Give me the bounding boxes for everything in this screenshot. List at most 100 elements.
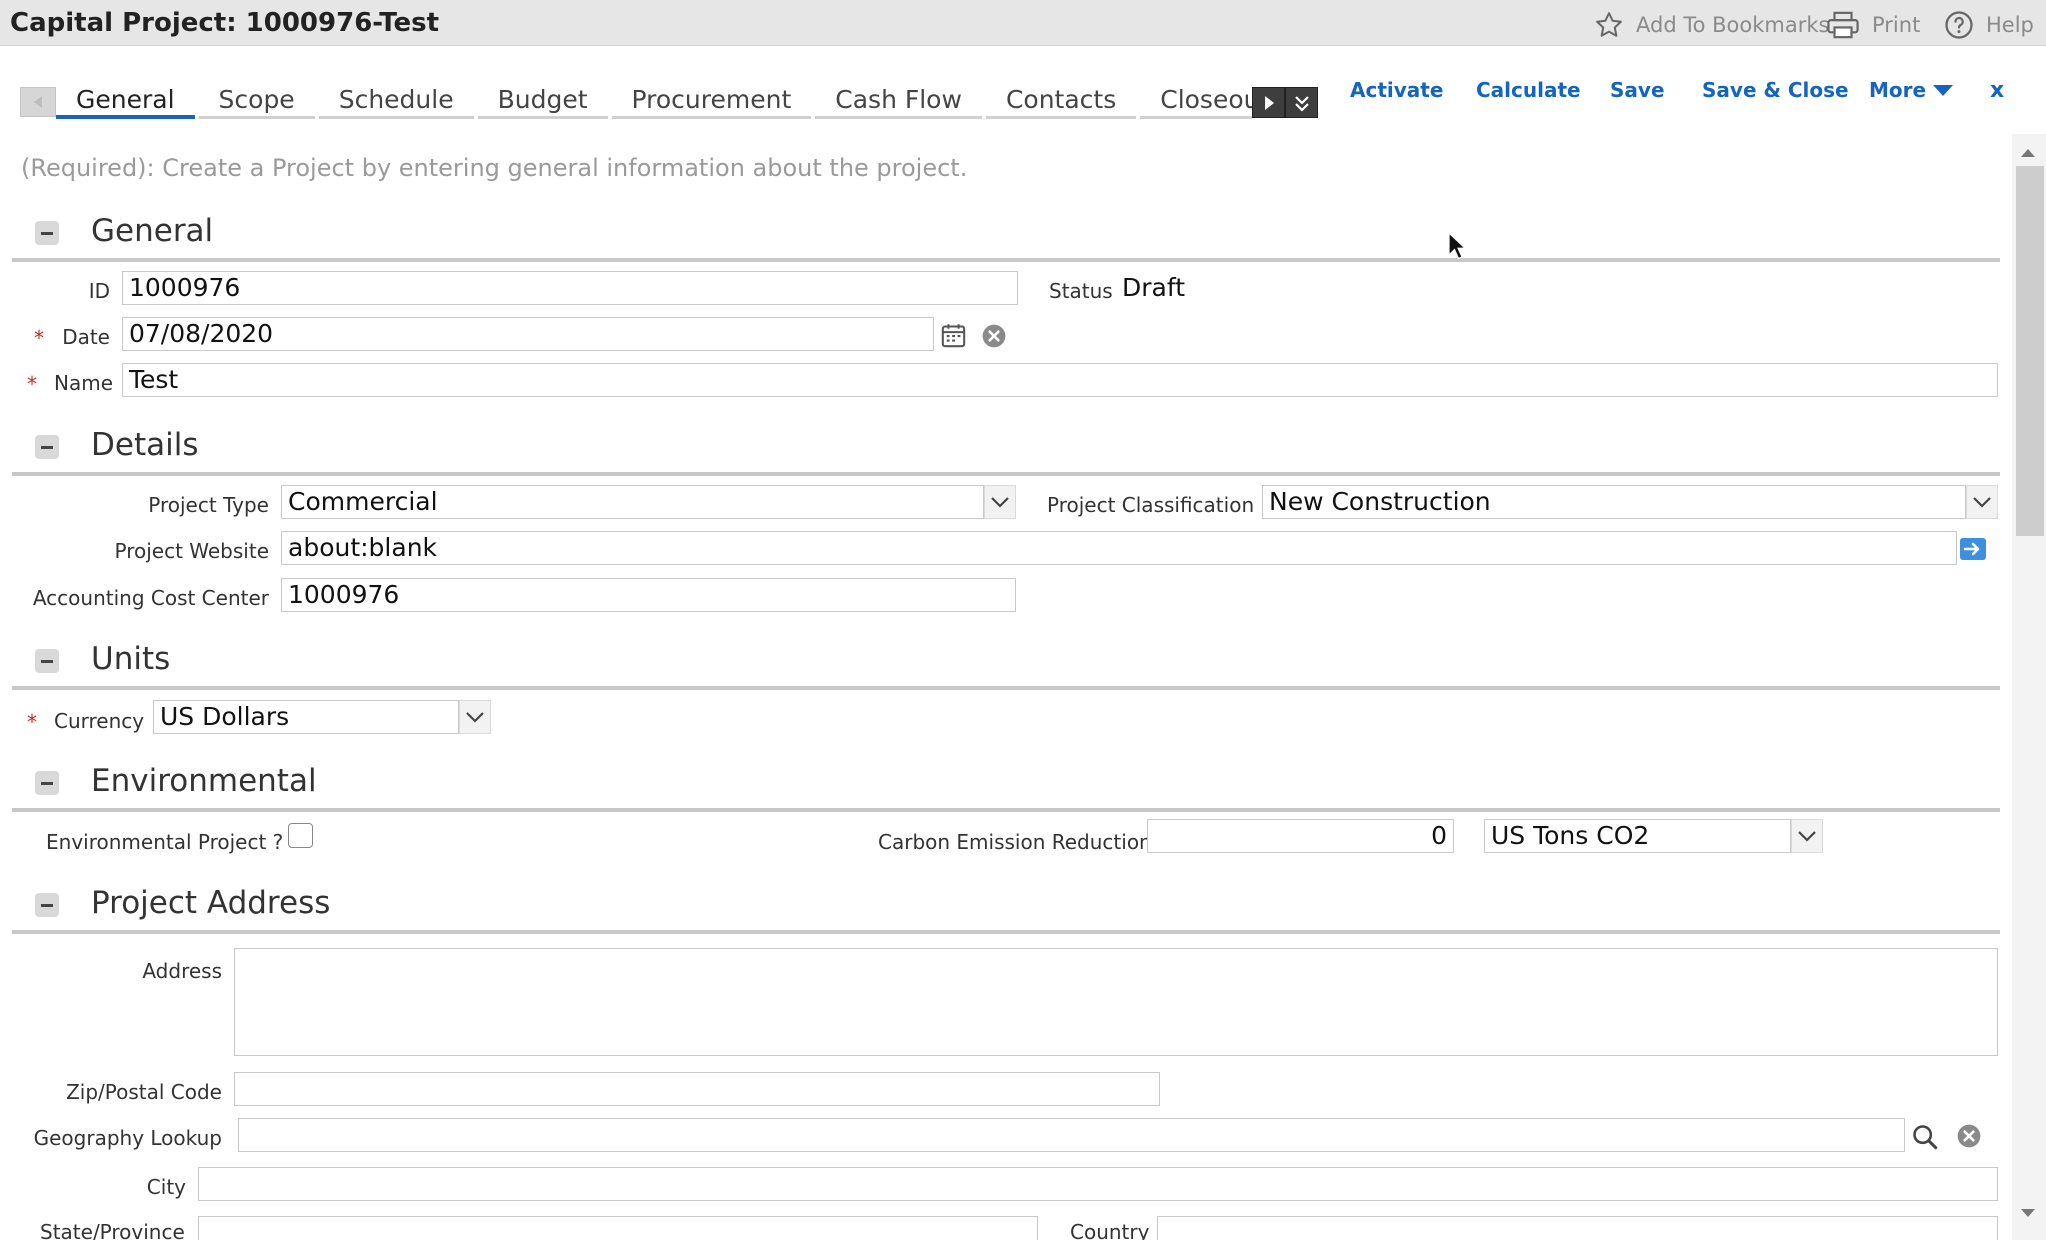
save-button[interactable]: Save: [1610, 78, 1665, 102]
carbon-emission-reduction-field[interactable]: 0: [1147, 819, 1454, 853]
minus-icon: [41, 231, 53, 235]
open-website-button[interactable]: [1959, 537, 1987, 565]
project-type-dropdown-button[interactable]: [984, 485, 1016, 519]
project-type-select[interactable]: Commercial: [281, 485, 984, 519]
required-marker: *: [27, 372, 37, 396]
carbon-unit-dropdown-button[interactable]: [1791, 819, 1823, 853]
chevron-down-icon: [991, 497, 1009, 508]
project-website-label: Project Website: [114, 539, 269, 563]
name-label: Name: [54, 371, 114, 395]
star-icon: [1594, 10, 1624, 40]
tab-procurement[interactable]: Procurement: [611, 84, 812, 119]
tab-budget[interactable]: Budget: [477, 84, 608, 119]
city-label: City: [146, 1175, 186, 1199]
currency-dropdown-button[interactable]: [459, 700, 491, 734]
activate-button[interactable]: Activate: [1350, 78, 1443, 102]
help-label: Help: [1986, 13, 2034, 37]
geography-lookup-field[interactable]: [238, 1118, 1905, 1152]
currency-label: Currency: [54, 709, 145, 733]
chevron-down-icon: [1798, 831, 1816, 842]
tab-scroll-right-button[interactable]: [1252, 87, 1286, 118]
tab-contacts[interactable]: Contacts: [985, 84, 1137, 119]
minus-icon: [41, 781, 53, 785]
section-title-general: General: [91, 213, 214, 249]
tab-general[interactable]: General: [56, 84, 195, 119]
section-title-details: Details: [91, 427, 199, 463]
print-label: Print: [1872, 13, 1921, 37]
status-label: Status: [1049, 279, 1113, 303]
minus-icon: [41, 445, 53, 449]
search-icon[interactable]: [1911, 1123, 1939, 1155]
collapse-units-button[interactable]: [35, 649, 59, 673]
scroll-down-icon[interactable]: [2019, 1204, 2037, 1223]
section-title-environmental: Environmental: [91, 763, 317, 799]
tab-scope[interactable]: Scope: [198, 84, 315, 119]
project-website-field[interactable]: about:blank: [281, 531, 1957, 565]
collapse-general-button[interactable]: [35, 221, 59, 245]
date-field[interactable]: 07/08/2020: [122, 317, 934, 351]
zip-postal-code-field[interactable]: [234, 1072, 1160, 1106]
mouse-cursor-icon: [1448, 231, 1467, 264]
id-field[interactable]: 1000976: [122, 271, 1018, 305]
minus-icon: [41, 659, 53, 663]
triangle-right-icon: [1264, 95, 1274, 110]
section-divider: [12, 472, 2000, 476]
address-textarea[interactable]: [234, 948, 1998, 1056]
help-link[interactable]: Help: [1944, 10, 2034, 40]
more-label: More: [1869, 78, 1927, 102]
section-divider: [12, 258, 2000, 262]
save-and-close-button[interactable]: Save & Close: [1702, 78, 1849, 102]
triangle-left-icon: [34, 96, 42, 108]
accounting-cost-center-label: Accounting Cost Center: [32, 586, 269, 610]
address-label: Address: [142, 959, 222, 983]
geography-lookup-label: Geography Lookup: [33, 1126, 222, 1150]
tab-cash-flow[interactable]: Cash Flow: [815, 84, 982, 119]
arrow-right-icon: [1960, 538, 1986, 560]
tab-scroll-left-button[interactable]: [20, 87, 56, 117]
name-field[interactable]: Test: [122, 363, 1998, 397]
carbon-emission-reduction-label: Carbon Emission Reduction: [878, 830, 1152, 854]
capital-project-form: Capital Project: 1000976-Test Add To Boo…: [0, 0, 2046, 1240]
clear-date-icon[interactable]: [981, 323, 1007, 353]
date-label: Date: [62, 325, 110, 349]
chevron-down-icon: [1973, 497, 1991, 508]
more-menu-button[interactable]: More: [1869, 78, 1954, 102]
chevron-down-icon: [466, 712, 484, 723]
add-to-bookmarks-label: Add To Bookmarks: [1636, 13, 1830, 37]
tab-closeout[interactable]: Closeou: [1140, 84, 1253, 119]
scrollbar-thumb[interactable]: [2016, 166, 2044, 536]
tab-schedule[interactable]: Schedule: [318, 84, 474, 119]
section-divider: [12, 808, 2000, 812]
close-button[interactable]: x: [1990, 78, 2004, 103]
collapse-project-address-button[interactable]: [35, 893, 59, 917]
state-province-label: State/Province: [40, 1220, 185, 1240]
environmental-project-checkbox[interactable]: [288, 823, 313, 848]
city-field[interactable]: [198, 1167, 1998, 1201]
calculate-button[interactable]: Calculate: [1476, 78, 1581, 102]
environmental-project-label: Environmental Project ?: [46, 830, 284, 854]
carbon-unit-select[interactable]: US Tons CO2: [1484, 819, 1791, 853]
print-link[interactable]: Print: [1826, 10, 1920, 40]
country-label: Country: [1070, 1220, 1150, 1240]
required-marker: *: [34, 326, 44, 350]
scroll-up-icon[interactable]: [2019, 144, 2037, 163]
tab-overflow-menu-button[interactable]: [1285, 87, 1319, 118]
section-title-project-address: Project Address: [91, 885, 331, 921]
add-to-bookmarks-link[interactable]: Add To Bookmarks: [1594, 10, 1829, 40]
project-classification-dropdown-button[interactable]: [1966, 485, 1998, 519]
collapse-details-button[interactable]: [35, 435, 59, 459]
caret-down-icon: [1933, 85, 1954, 96]
state-province-field[interactable]: [198, 1216, 1038, 1240]
clear-geography-icon[interactable]: [1956, 1123, 1982, 1153]
project-classification-select[interactable]: New Construction: [1262, 485, 1966, 519]
tab-strip: General Scope Schedule Budget Procuremen…: [20, 84, 1319, 119]
currency-select[interactable]: US Dollars: [153, 700, 459, 734]
country-field[interactable]: [1157, 1216, 1998, 1240]
status-value: Draft: [1122, 273, 1186, 302]
collapse-environmental-button[interactable]: [35, 771, 59, 795]
section-divider: [12, 930, 2000, 934]
accounting-cost-center-field[interactable]: 1000976: [281, 578, 1016, 612]
clipped-row: State/Province Country: [0, 1212, 2000, 1240]
section-title-units: Units: [91, 641, 171, 677]
calendar-icon[interactable]: [940, 322, 967, 353]
